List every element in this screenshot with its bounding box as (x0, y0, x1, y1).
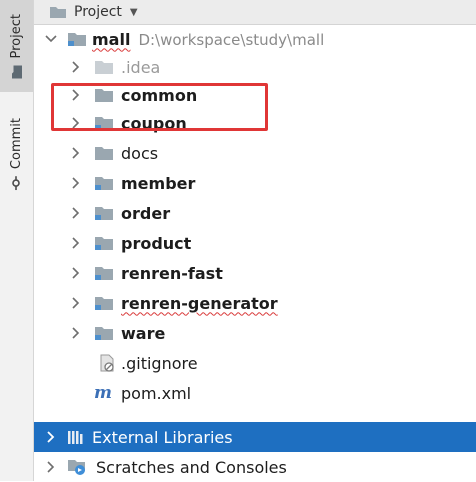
folder-icon (94, 145, 114, 161)
tree-item-label: member (121, 173, 196, 193)
chevron-right-icon[interactable] (69, 206, 83, 220)
tool-window-strip: Project Commit (0, 0, 34, 481)
root-name: mall (92, 29, 131, 49)
tree-item-label: order (121, 203, 171, 223)
panel-title: Project (74, 4, 122, 20)
module-folder-icon (94, 295, 114, 311)
tree-item-label: pom.xml (121, 383, 192, 403)
chevron-right-icon[interactable] (69, 176, 83, 190)
root-path: D:\workspace\study\mall (138, 30, 325, 49)
chevron-right-icon[interactable] (69, 60, 83, 74)
tree-item-label: product (121, 233, 192, 253)
project-panel-header: Project ▼ (34, 0, 476, 25)
tree-row-pom[interactable]: m pom.xml (34, 378, 476, 408)
folder-icon (94, 59, 114, 75)
project-tool-tab-label: Project (9, 14, 24, 59)
chevron-right-icon[interactable] (44, 460, 58, 474)
chevron-down-icon[interactable]: ▼ (130, 7, 138, 18)
tree-row-renren-fast[interactable]: renren-fast (34, 258, 476, 288)
module-folder-icon (94, 235, 114, 251)
tree-row-gitignore[interactable]: .gitignore (34, 348, 476, 378)
commit-tool-tab-label: Commit (9, 118, 24, 170)
tree-item-label: .gitignore (121, 353, 198, 373)
tree-row-root[interactable]: mall D:\workspace\study\mall (34, 24, 476, 54)
module-folder-icon (67, 31, 87, 47)
chevron-right-icon[interactable] (69, 296, 83, 310)
tree-row-order[interactable]: order (34, 198, 476, 228)
library-icon (67, 429, 85, 445)
commit-tool-tab[interactable]: Commit (0, 108, 33, 200)
tree-row-external-libraries[interactable]: External Libraries (34, 422, 476, 452)
chevron-down-icon[interactable] (44, 32, 58, 46)
module-folder-icon (94, 205, 114, 221)
project-tool-tab[interactable]: Project (0, 0, 33, 92)
tree-item-label: renren-generator (121, 293, 278, 313)
maven-icon: m (94, 383, 112, 403)
chevron-right-icon[interactable] (69, 146, 83, 160)
tree-item-label: Scratches and Consoles (96, 457, 287, 477)
chevron-right-icon[interactable] (69, 326, 83, 340)
chevron-right-icon[interactable] (44, 430, 58, 444)
chevron-right-icon[interactable] (69, 236, 83, 250)
module-folder-icon (94, 265, 114, 281)
highlight-box (51, 83, 268, 131)
gitignore-file-icon (98, 354, 116, 372)
tree-item-label: .idea (121, 57, 161, 77)
tree-row-member[interactable]: member (34, 168, 476, 198)
tree-row-product[interactable]: product (34, 228, 476, 258)
tree-row-idea[interactable]: .idea (34, 52, 476, 82)
tree-row-docs[interactable]: docs (34, 138, 476, 168)
scratches-icon (67, 458, 87, 476)
module-folder-icon (94, 175, 114, 191)
commit-icon (12, 176, 21, 191)
tree-item-label: External Libraries (92, 427, 233, 447)
tree-row-renren-generator[interactable]: renren-generator (34, 288, 476, 318)
tree-item-label: ware (121, 323, 166, 343)
folder-icon (12, 65, 22, 79)
folder-icon (50, 7, 66, 18)
module-folder-icon (94, 325, 114, 341)
tree-item-label: docs (121, 143, 159, 163)
tree-item-label: renren-fast (121, 263, 223, 283)
tree-row-ware[interactable]: ware (34, 318, 476, 348)
chevron-right-icon[interactable] (69, 266, 83, 280)
tree-row-scratches[interactable]: Scratches and Consoles (34, 452, 476, 482)
